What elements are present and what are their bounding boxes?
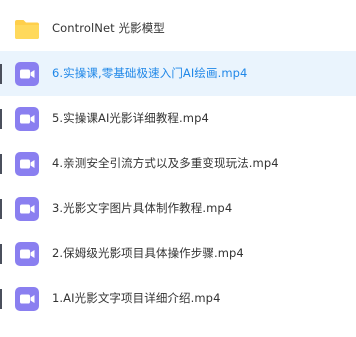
list-item-video[interactable]: 3.光影文字图片具体制作教程.mp4 [0,186,356,231]
file-name: 6.实操课,零基础极速入门AI绘画.mp4 [52,66,248,80]
row-marker [0,199,2,219]
row-marker [0,109,2,129]
video-file-icon [14,61,40,87]
list-item-video[interactable]: 2.保姆级光影项目具体操作步骤.mp4 [0,231,356,276]
list-item-video[interactable]: 1.AI光影文字项目详细介绍.mp4 [0,276,356,321]
list-item-video[interactable]: 5.实操课AI光影详细教程.mp4 [0,96,356,141]
file-list: ControlNet 光影模型 6.实操课,零基础极速入门AI绘画.mp4 5.… [0,6,356,321]
list-item-video[interactable]: 6.实操课,零基础极速入门AI绘画.mp4 [0,51,356,96]
file-name: 4.亲测安全引流方式以及多重变现玩法.mp4 [52,156,279,170]
list-item-folder[interactable]: ControlNet 光影模型 [0,6,356,51]
row-marker [0,64,2,84]
video-file-icon [14,151,40,177]
video-file-icon [14,196,40,222]
file-name: 5.实操课AI光影详细教程.mp4 [52,111,209,125]
row-marker [0,289,2,309]
file-name: 2.保姆级光影项目具体操作步骤.mp4 [52,246,244,260]
folder-icon [14,16,40,42]
video-file-icon [14,106,40,132]
video-file-icon [14,241,40,267]
file-name: 3.光影文字图片具体制作教程.mp4 [52,201,233,215]
row-marker [0,154,2,174]
video-file-icon [14,286,40,312]
row-marker [0,244,2,264]
file-name: 1.AI光影文字项目详细介绍.mp4 [52,291,221,305]
file-name: ControlNet 光影模型 [52,21,165,35]
list-item-video[interactable]: 4.亲测安全引流方式以及多重变现玩法.mp4 [0,141,356,186]
